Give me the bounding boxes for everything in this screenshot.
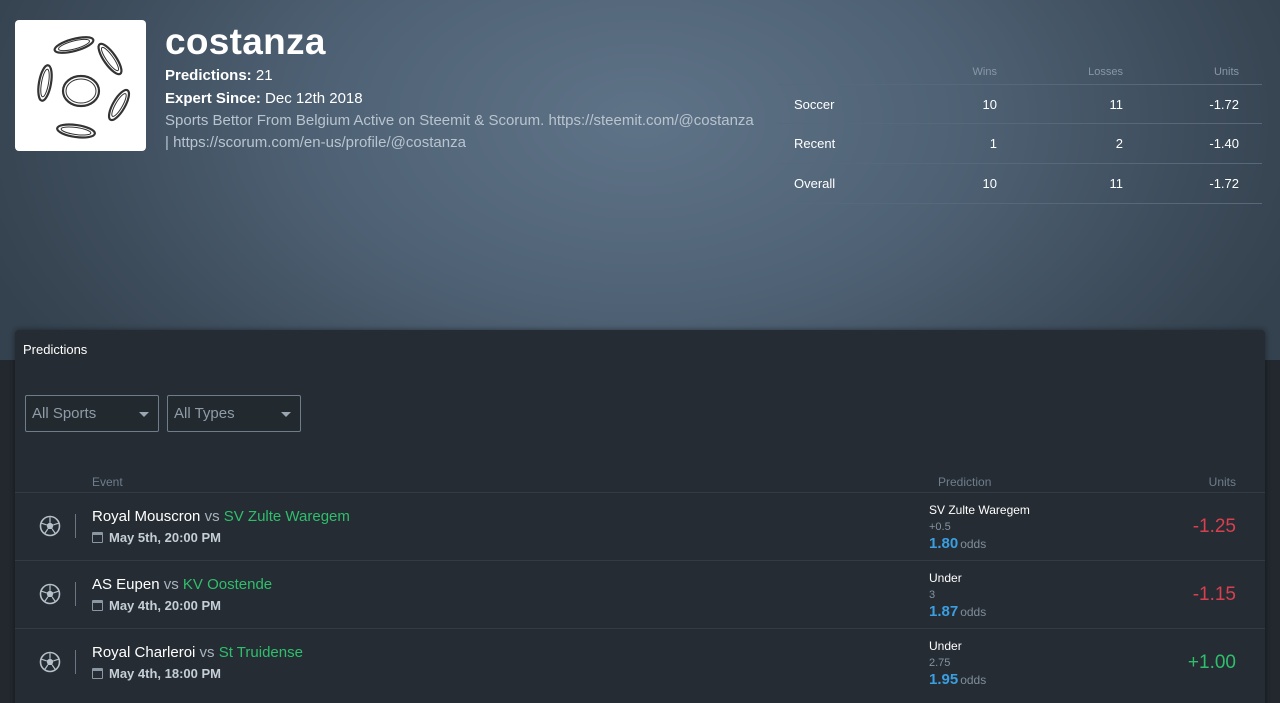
soccer-ball-icon	[39, 583, 61, 605]
stats-label: Overall	[794, 176, 836, 191]
predictions-count: Predictions: 21	[165, 65, 765, 87]
odds-label: odds	[960, 605, 987, 619]
calendar-icon	[92, 600, 103, 611]
event-date-text: May 4th, 18:00 PM	[109, 666, 221, 681]
prediction-detail: Under 3 1.87 odds	[929, 570, 986, 621]
prediction-units: +1.00	[1187, 652, 1236, 673]
prediction-row[interactable]: Royal Mouscron vs SV Zulte Waregem May 5…	[15, 492, 1265, 560]
event-matchup: AS Eupen vs KV Oostende	[92, 575, 272, 595]
stats-losses: 11	[1109, 96, 1124, 112]
event-date: May 4th, 20:00 PM	[92, 597, 221, 615]
types-filter-select[interactable]: All Types	[167, 395, 301, 432]
expert-since-label: Expert Since:	[165, 90, 261, 107]
panel-title: Predictions	[23, 342, 88, 357]
prediction-detail: Under 2.75 1.95 odds	[929, 638, 986, 689]
vs-label: vs	[199, 644, 215, 661]
prediction-line: 3	[929, 589, 936, 601]
prediction-units: -1.25	[1192, 516, 1236, 537]
vs-label: vs	[163, 576, 179, 593]
calendar-icon	[92, 532, 103, 543]
event-date-text: May 4th, 20:00 PM	[109, 598, 221, 613]
event-date-text: May 5th, 20:00 PM	[109, 530, 221, 545]
away-team-link[interactable]: St Truidense	[219, 644, 303, 661]
stats-units: -1.72	[1209, 176, 1239, 191]
stats-body: Soccer 10 11 -1.72 Recent 1 2 -1.40 Over…	[778, 84, 1262, 204]
caret-down-icon	[281, 412, 291, 417]
username: costanza	[165, 21, 326, 62]
stats-label: Soccer	[794, 96, 835, 112]
profile-header: costanza Predictions: 21 Expert Since: D…	[0, 0, 1280, 360]
stats-losses: 11	[1109, 176, 1124, 191]
soccer-ball-icon	[39, 651, 61, 673]
stats-units: -1.72	[1209, 96, 1239, 112]
event-matchup: Royal Mouscron vs SV Zulte Waregem	[92, 507, 350, 527]
event-date: May 4th, 18:00 PM	[92, 665, 221, 683]
stats-label: Recent	[794, 136, 836, 151]
predictions-panel: Predictions All Sports All Types Event P…	[15, 330, 1265, 703]
home-team: AS Eupen	[92, 576, 160, 593]
odds-value: 1.95	[929, 671, 959, 688]
prediction-units: -1.15	[1192, 584, 1236, 605]
predictions-value: 21	[255, 67, 273, 84]
caret-down-icon	[139, 412, 149, 417]
column-header-units: Units	[1208, 475, 1236, 489]
odds-value: 1.87	[929, 603, 959, 620]
prediction-odds: 1.80 odds	[929, 535, 1030, 553]
stats-header-units: Units	[1213, 66, 1239, 78]
stats-header-losses: Losses	[1088, 66, 1123, 78]
event-matchup: Royal Charleroi vs St Truidense	[92, 643, 303, 663]
row-divider	[75, 582, 76, 606]
stats-header: Wins Losses Units	[778, 64, 1262, 84]
stats-row-recent: Recent 1 2 -1.40	[778, 124, 1262, 164]
stats-table: Wins Losses Units Soccer 10 11 -1.72 Rec…	[778, 64, 1262, 204]
home-team: Royal Charleroi	[92, 644, 196, 661]
avatar	[15, 20, 146, 151]
stats-wins: 1	[989, 136, 997, 151]
prediction-odds: 1.95 odds	[929, 671, 986, 689]
event-date: May 5th, 20:00 PM	[92, 529, 221, 547]
types-filter-value: All Types	[174, 405, 235, 422]
odds-value: 1.80	[929, 535, 959, 552]
prediction-odds: 1.87 odds	[929, 603, 986, 621]
sports-filter-value: All Sports	[32, 405, 97, 422]
odds-label: odds	[960, 673, 987, 687]
column-header-prediction: Prediction	[938, 475, 992, 489]
prediction-pick: SV Zulte Waregem	[929, 503, 1030, 517]
prediction-line: 2.75	[929, 657, 951, 669]
avatar-logo	[36, 35, 130, 139]
vs-label: vs	[204, 508, 220, 525]
prediction-pick: Under	[929, 571, 962, 585]
prediction-row[interactable]: Royal Charleroi vs St Truidense May 4th,…	[15, 628, 1265, 696]
stats-wins: 10	[982, 176, 997, 191]
column-header-event: Event	[92, 475, 123, 489]
away-team-link[interactable]: SV Zulte Waregem	[224, 508, 350, 525]
row-divider	[75, 514, 76, 538]
stats-header-wins: Wins	[972, 66, 997, 78]
stats-row-overall: Overall 10 11 -1.72	[778, 164, 1262, 204]
expert-since: Expert Since: Dec 12th 2018	[165, 88, 765, 110]
stats-wins: 10	[982, 96, 997, 112]
row-divider	[75, 650, 76, 674]
home-team: Royal Mouscron	[92, 508, 201, 525]
calendar-icon	[92, 668, 103, 679]
profile-info: costanza Predictions: 21 Expert Since: D…	[165, 20, 765, 154]
odds-label: odds	[960, 537, 987, 551]
prediction-pick: Under	[929, 639, 962, 653]
expert-since-value: Dec 12th 2018	[265, 90, 363, 107]
soccer-ball-icon	[39, 515, 61, 537]
stats-units: -1.40	[1209, 136, 1239, 151]
prediction-detail: SV Zulte Waregem +0.5 1.80 odds	[929, 502, 1030, 553]
prediction-row[interactable]: AS Eupen vs KV Oostende May 4th, 20:00 P…	[15, 560, 1265, 628]
prediction-line: +0.5	[929, 521, 951, 533]
stats-row-soccer: Soccer 10 11 -1.72	[778, 84, 1262, 124]
predictions-label: Predictions:	[165, 67, 252, 84]
stats-losses: 2	[1115, 136, 1123, 151]
away-team-link[interactable]: KV Oostende	[183, 576, 272, 593]
profile-bio: Sports Bettor From Belgium Active on Ste…	[165, 112, 754, 151]
sports-filter-select[interactable]: All Sports	[25, 395, 159, 432]
